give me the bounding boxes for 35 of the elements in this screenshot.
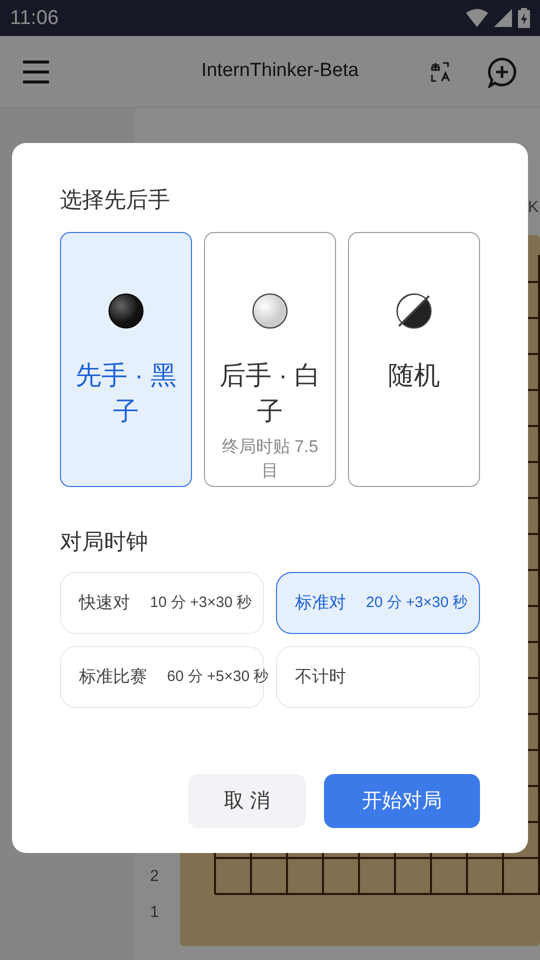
side-option[interactable]: 随机 [348, 232, 480, 487]
side-label: 随机 [387, 359, 441, 392]
komi-note: 终局时贴 7.5 目 [220, 436, 320, 482]
clock-option[interactable]: 快速对 10 分 +3×30 秒 [60, 572, 264, 634]
column-label: K [528, 198, 540, 218]
row-label: 2 [150, 867, 159, 887]
side-label: 先手 · 黑子 [74, 359, 178, 428]
clock-time: 11:06 [10, 6, 59, 31]
side-option[interactable]: 后手 · 白子 终局时贴 7.5 目 [204, 232, 336, 487]
clock-label: 不计时 [295, 666, 346, 688]
section-title: 选择先后手 [60, 186, 171, 214]
side-option[interactable]: 先手 · 黑子 [60, 232, 192, 487]
time-setting: 60 分 +5×30 秒 [167, 666, 269, 687]
app-title: InternThinker-Beta [200, 59, 360, 84]
clock-label: 标准比赛 [79, 666, 147, 688]
time-setting: 20 分 +3×30 秒 [366, 592, 468, 613]
clock-option[interactable]: 标准对 20 分 +3×30 秒 [276, 572, 480, 634]
clock-option[interactable]: 不计时 [276, 646, 480, 708]
row-label: 1 [150, 903, 159, 923]
side-label: 后手 · 白子 [218, 359, 322, 428]
split-stone-icon [396, 293, 432, 329]
signal-icon [494, 9, 512, 27]
menu-icon[interactable] [22, 60, 50, 84]
stone-icon [108, 293, 144, 329]
clock-label: 快速对 [79, 592, 130, 614]
clock-label: 标准对 [295, 592, 346, 614]
time-setting: 10 分 +3×30 秒 [150, 592, 252, 613]
section-title: 对局时钟 [60, 528, 149, 556]
wifi-icon [466, 9, 488, 27]
battery-icon [518, 8, 530, 28]
stone-icon [252, 293, 288, 329]
start-game-button[interactable]: 开始对局 [324, 774, 480, 828]
translate-icon[interactable] [430, 60, 452, 82]
chat-add-icon[interactable] [486, 56, 518, 88]
cancel-button[interactable]: 取 消 [188, 774, 306, 828]
